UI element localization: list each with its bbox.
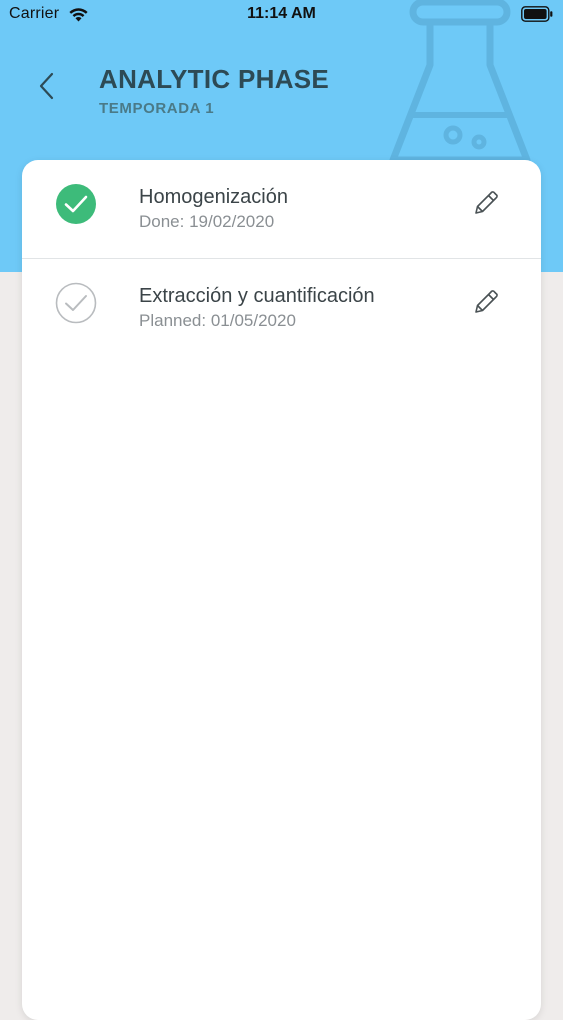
phase-date: Planned: 01/05/2020 [139,311,296,330]
check-circle-outline-icon[interactable] [55,282,97,324]
phase-item-homogenizacion[interactable]: Homogenización Done: 19/02/2020 [22,160,541,259]
phase-name: Homogenización [139,186,288,208]
chevron-left-icon [39,72,54,100]
pencil-icon[interactable] [472,189,500,217]
phase-name: Extracción y cuantificación [139,285,375,307]
phase-list-card: Homogenización Done: 19/02/2020 Extracci… [22,160,541,1020]
time-label: 11:14 AM [247,5,316,22]
phase-item-extraccion[interactable]: Extracción y cuantificación Planned: 01/… [22,259,541,357]
page-title: ANALYTIC PHASE [99,64,330,94]
check-circle-filled-icon[interactable] [55,183,97,225]
status-bar: Carrier 11:14 AM [0,0,563,30]
phase-date: Done: 19/02/2020 [139,212,275,231]
back-button[interactable] [30,65,68,107]
pencil-icon[interactable] [472,288,500,316]
battery-icon [521,6,553,22]
page-subtitle: TEMPORADA 1 [99,100,215,117]
